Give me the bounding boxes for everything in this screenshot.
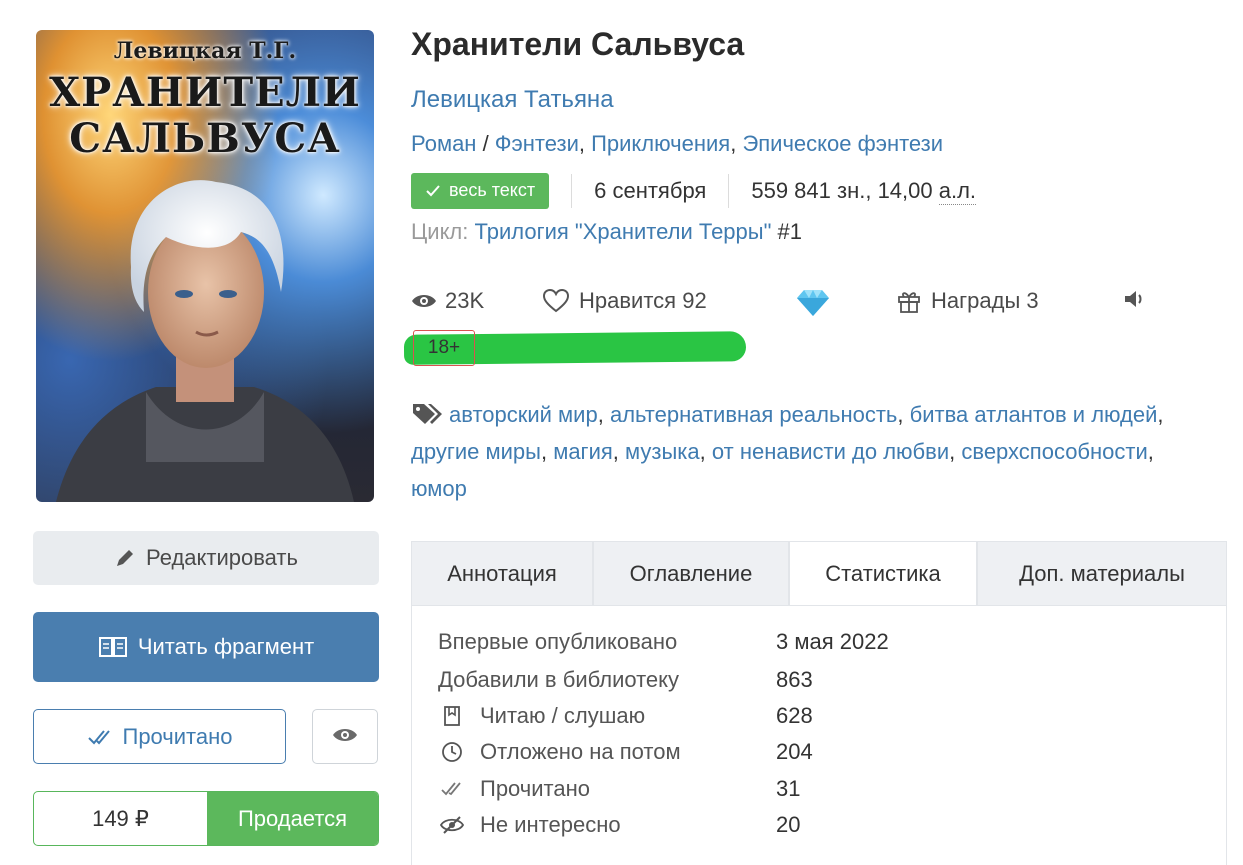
audio-button[interactable] (1123, 288, 1147, 310)
stat-label-postponed: Отложено на потом (480, 739, 681, 764)
diamond-button[interactable] (795, 288, 831, 318)
price-box: 149 ₽ Продается (33, 791, 379, 846)
tag-link[interactable]: от ненависти до любви (712, 439, 949, 464)
awards-button[interactable]: Награды 3 (897, 288, 1039, 314)
eye-icon (332, 724, 358, 750)
genre-link[interactable]: Приключения (591, 131, 730, 156)
tag-link[interactable]: магия (553, 439, 613, 464)
edit-button[interactable]: Редактировать (33, 531, 379, 585)
divider (571, 174, 573, 208)
stat-label-not-interested: Не интересно (480, 812, 621, 837)
double-check-icon (438, 781, 466, 797)
tag-link[interactable]: сверхспособности (961, 439, 1147, 464)
cover-illustration (56, 180, 354, 502)
buy-button[interactable]: Продается (207, 792, 378, 845)
likes-label: Нравится (579, 288, 677, 313)
stat-row-read: Прочитано (438, 774, 590, 804)
stat-value-reading: 628 (776, 703, 813, 728)
tab-statistics[interactable]: Статистика (789, 541, 977, 606)
mark-read-label: Прочитано (122, 723, 233, 749)
tag-link[interactable]: альтернативная реальность (610, 402, 897, 427)
comma: , (730, 131, 743, 156)
mark-read-button[interactable]: Прочитано (33, 709, 286, 764)
edit-button-label: Редактировать (146, 545, 298, 570)
gift-icon (898, 292, 920, 313)
like-button[interactable]: Нравится 92 (543, 288, 707, 314)
likes-count: 92 (682, 288, 707, 313)
tag-icon (413, 404, 442, 424)
book-size: 559 841 зн., 14,00 (751, 178, 933, 203)
tag-link[interactable]: юмор (411, 476, 467, 501)
genre-link[interactable]: Эпическое фэнтези (742, 131, 943, 156)
stat-value-added-library: 863 (776, 667, 813, 692)
awards-count: 3 (1026, 288, 1039, 313)
author-sheets-unit[interactable]: а.л. (938, 178, 977, 205)
stat-label-read: Прочитано (480, 776, 590, 801)
stat-row-postponed: Отложено на потом (438, 737, 681, 767)
cycle-number: #1 (777, 219, 803, 244)
stat-label-added-library: Добавили в библиотеку (438, 667, 680, 692)
cover-author-text: Левицкая Т.Г. (113, 38, 297, 64)
tab-annotation[interactable]: Аннотация (411, 541, 593, 606)
genres-line: Роман / Фэнтези, Приключения, Эпическое … (411, 131, 943, 157)
full-text-badge: весь текст (411, 173, 550, 209)
read-fragment-label: Читать фрагмент (137, 634, 315, 659)
heart-icon (543, 289, 569, 313)
cover-title-line1: ХРАНИТЕЛИ (49, 69, 361, 116)
author-link[interactable]: Левицкая Татьяна (411, 86, 614, 114)
cover-title-text: ХРАНИТЕЛИ САЛЬВУСА (36, 70, 374, 162)
clock-icon (438, 741, 466, 763)
eye-icon (412, 295, 436, 307)
genre-link-novel[interactable]: Роман (411, 131, 476, 156)
stat-value-postponed: 204 (776, 739, 813, 764)
stat-value-read: 31 (776, 776, 801, 801)
read-fragment-button[interactable]: Читать фрагмент (33, 612, 379, 682)
awards-label: Награды (931, 288, 1021, 313)
pencil-icon (114, 547, 136, 569)
stat-value-not-interested: 20 (776, 812, 801, 837)
views-count: 23K (445, 288, 485, 313)
tab-contents[interactable]: Оглавление (593, 541, 789, 606)
tag-link[interactable]: авторский мир (449, 402, 598, 427)
tags-list: авторский мир, альтернативная реальность… (411, 402, 1164, 501)
tag-link[interactable]: музыка (625, 439, 700, 464)
cycle-line: Цикл: Трилогия "Хранители Терры" #1 (411, 219, 802, 245)
stat-value-first-published: 3 мая 2022 (776, 629, 889, 654)
stat-row-not-interested: Не интересно (438, 810, 621, 840)
full-text-label: весь текст (449, 180, 536, 200)
diamond-icon (797, 290, 829, 316)
speaker-icon (1125, 291, 1142, 307)
book-meta: весь текст 6 сентября 559 841 зн., 14,00… (411, 172, 977, 210)
publish-date: 6 сентября (594, 178, 707, 203)
cover-title-line2: САЛЬВУСА (69, 115, 341, 162)
cycle-label: Цикл: (411, 219, 469, 244)
age-rating-badge: 18+ (413, 330, 475, 366)
check-icon (426, 184, 440, 196)
tag-link[interactable]: другие миры (411, 439, 541, 464)
bookmark-icon (438, 705, 466, 727)
tab-extra-materials[interactable]: Доп. материалы (977, 541, 1227, 606)
comma: , (578, 131, 592, 156)
views-counter: 23K (411, 288, 484, 314)
stat-label-first-published: Впервые опубликовано (438, 629, 678, 654)
cycle-link[interactable]: Трилогия "Хранители Терры" (475, 219, 772, 244)
watch-button[interactable] (312, 709, 378, 764)
book-title: Хранители Сальвуса (411, 26, 745, 62)
eye-slash-icon (438, 815, 466, 835)
price-value: 149 ₽ (92, 805, 149, 831)
stat-label-reading: Читаю / слушаю (480, 703, 646, 728)
genre-separator: / (476, 131, 495, 156)
book-tabs: Аннотация Оглавление Статистика Доп. мат… (411, 541, 1227, 606)
double-check-icon (87, 728, 113, 746)
stat-row-reading: Читаю / слушаю (438, 701, 645, 731)
genre-link[interactable]: Фэнтези (495, 131, 579, 156)
open-book-icon (98, 635, 128, 659)
tag-link[interactable]: битва атлантов и людей (910, 402, 1158, 427)
divider (728, 174, 730, 208)
book-cover[interactable]: Левицкая Т.Г. ХРАНИТЕЛИ САЛЬВУСА (36, 30, 374, 502)
